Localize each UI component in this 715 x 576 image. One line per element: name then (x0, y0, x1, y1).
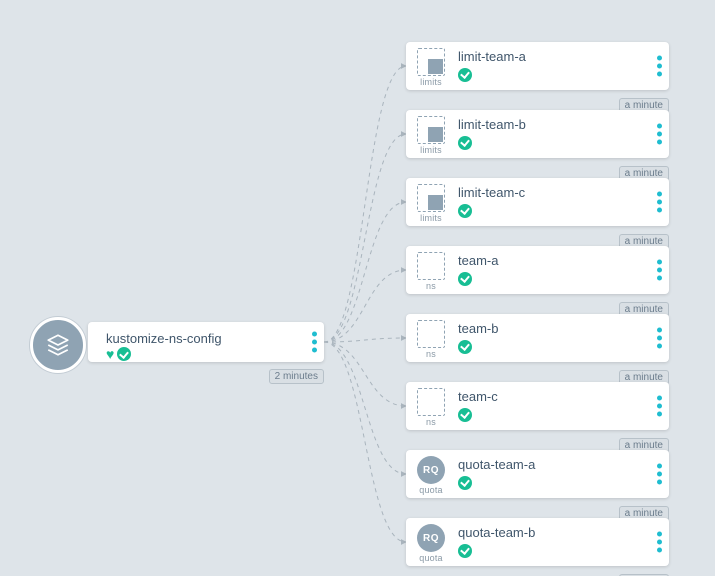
resource-icon-box: limits (414, 48, 448, 87)
resource-menu-button[interactable] (657, 124, 662, 145)
resource-node[interactable]: nsteam-aa minute (406, 246, 669, 294)
resource-status (458, 270, 498, 286)
resource-node[interactable]: nsteam-ba minute (406, 314, 669, 362)
resource-kind-label: quota (414, 485, 448, 495)
resource-node[interactable]: nsteam-ca minute (406, 382, 669, 430)
resource-icon-box: RQquota (414, 456, 448, 495)
resource-icon-box: ns (414, 320, 448, 359)
namespace-icon (417, 388, 445, 416)
resource-node[interactable]: RQquotaquota-team-ba minute (406, 518, 669, 566)
resource-status (458, 202, 525, 218)
application-menu-button[interactable] (312, 332, 317, 353)
resource-body: limit-team-c (458, 185, 525, 218)
resource-status (458, 474, 535, 490)
resource-body: quota-team-b (458, 525, 535, 558)
resource-menu-button[interactable] (657, 396, 662, 417)
resource-node[interactable]: RQquotaquota-team-aa minute (406, 450, 669, 498)
check-icon (458, 476, 472, 490)
resource-kind-label: ns (414, 281, 448, 291)
application-title: kustomize-ns-config (106, 331, 222, 346)
resource-kind-label: limits (414, 145, 448, 155)
resource-title: quota-team-a (458, 457, 535, 472)
check-icon (458, 68, 472, 82)
resource-node[interactable]: limitslimit-team-aa minute (406, 42, 669, 90)
resource-menu-button[interactable] (657, 532, 662, 553)
resource-kind-label: limits (414, 213, 448, 223)
check-icon (458, 204, 472, 218)
resource-menu-button[interactable] (657, 328, 662, 349)
check-icon (458, 340, 472, 354)
resource-menu-button[interactable] (657, 192, 662, 213)
resource-node[interactable]: limitslimit-team-ba minute (406, 110, 669, 158)
stack-icon (45, 332, 71, 358)
resource-title: limit-team-a (458, 49, 526, 64)
check-icon (458, 408, 472, 422)
resource-kind-label: ns (414, 417, 448, 427)
namespace-icon (417, 320, 445, 348)
resource-body: team-a (458, 253, 498, 286)
check-icon (117, 347, 131, 361)
resource-icon-box: ns (414, 388, 448, 427)
resource-title: quota-team-b (458, 525, 535, 540)
resource-menu-button[interactable] (657, 464, 662, 485)
resource-status (458, 542, 535, 558)
resource-body: limit-team-b (458, 117, 526, 150)
resource-body: quota-team-a (458, 457, 535, 490)
resource-icon-box: ns (414, 252, 448, 291)
quota-icon: RQ (417, 524, 445, 552)
heart-icon: ♥ (106, 347, 114, 361)
resource-title: limit-team-b (458, 117, 526, 132)
resource-status (458, 66, 526, 82)
application-status: ♥ (106, 347, 131, 361)
resource-menu-button[interactable] (657, 260, 662, 281)
app-glyph[interactable] (30, 317, 86, 373)
resource-status (458, 406, 498, 422)
resource-icon-box: RQquota (414, 524, 448, 563)
resource-icon-box: limits (414, 184, 448, 223)
application-node[interactable]: kustomize-ns-config ♥ 2 minutes (88, 322, 324, 362)
limits-icon (417, 116, 445, 144)
resource-icon-box: limits (414, 116, 448, 155)
resource-title: limit-team-c (458, 185, 525, 200)
check-icon (458, 272, 472, 286)
quota-icon: RQ (417, 456, 445, 484)
check-icon (458, 544, 472, 558)
limits-icon (417, 48, 445, 76)
graph-canvas: kustomize-ns-config ♥ 2 minutes limits li… (0, 0, 715, 576)
limits-icon (417, 184, 445, 212)
check-icon (458, 136, 472, 150)
resource-menu-button[interactable] (657, 56, 662, 77)
resource-kind-label: quota (414, 553, 448, 563)
resource-body: team-c (458, 389, 498, 422)
resource-body: team-b (458, 321, 498, 354)
application-age-badge: 2 minutes (269, 369, 324, 384)
resource-title: team-a (458, 253, 498, 268)
namespace-icon (417, 252, 445, 280)
resource-title: team-b (458, 321, 498, 336)
resource-status (458, 338, 498, 354)
resource-kind-label: ns (414, 349, 448, 359)
resource-body: limit-team-a (458, 49, 526, 82)
resource-title: team-c (458, 389, 498, 404)
resource-node[interactable]: limitslimit-team-ca minute (406, 178, 669, 226)
resource-status (458, 134, 526, 150)
resource-kind-label: limits (414, 77, 448, 87)
